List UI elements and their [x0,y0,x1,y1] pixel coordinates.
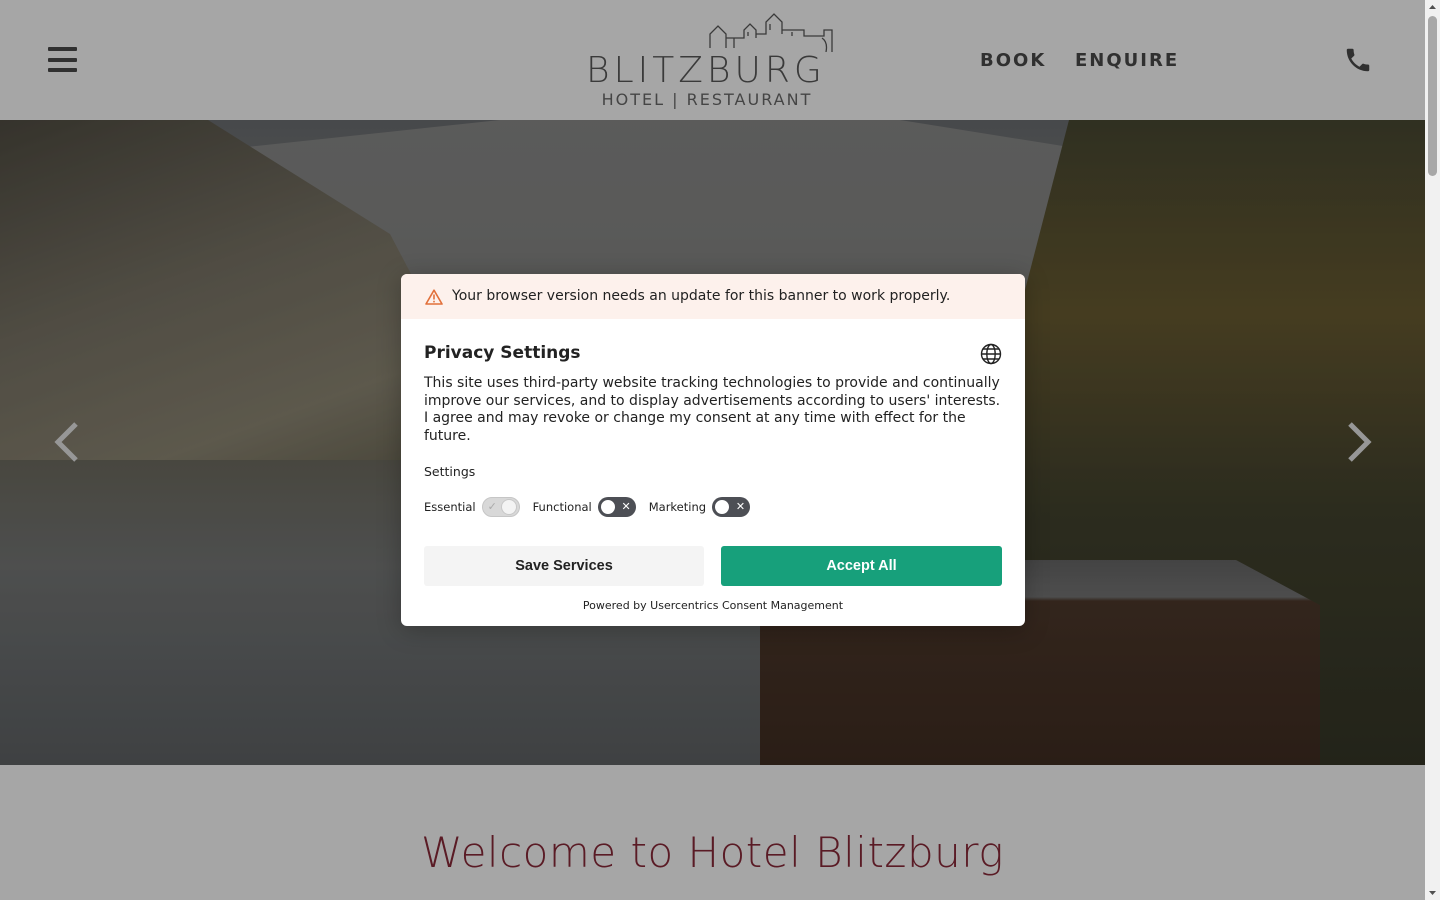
privacy-consent-dialog: Your browser version needs an update for… [401,274,1025,626]
browser-warning-text: Your browser version needs an update for… [452,288,951,304]
essential-toggle[interactable]: ✓ [481,497,520,517]
functional-label: Functional [532,500,592,514]
service-toggles: Essential ✓ Functional ✕ Marketing ✕ [424,497,763,517]
x-icon: ✕ [735,500,746,513]
accept-all-button[interactable]: Accept All [721,546,1002,586]
browser-warning-bar: Your browser version needs an update for… [401,274,1025,319]
language-globe-icon[interactable] [980,343,1002,365]
marketing-toggle[interactable]: ✕ [712,497,751,517]
page-scrollbar[interactable] [1425,0,1440,900]
save-services-button[interactable]: Save Services [424,546,704,586]
x-icon: ✕ [621,500,631,513]
warning-icon [425,289,443,305]
essential-label: Essential [424,500,476,514]
functional-toggle[interactable]: ✕ [597,497,636,517]
dialog-description: This site uses third-party website track… [424,375,1001,444]
check-icon: ✓ [487,500,497,513]
marketing-label: Marketing [648,500,707,514]
scroll-thumb[interactable] [1428,16,1437,176]
powered-by-link[interactable]: Powered by Usercentrics Consent Manageme… [401,599,1025,612]
scroll-down-arrow-icon[interactable] [1425,885,1440,900]
settings-label: Settings [424,464,476,479]
dialog-title: Privacy Settings [424,343,581,363]
scroll-up-arrow-icon[interactable] [1425,0,1440,15]
